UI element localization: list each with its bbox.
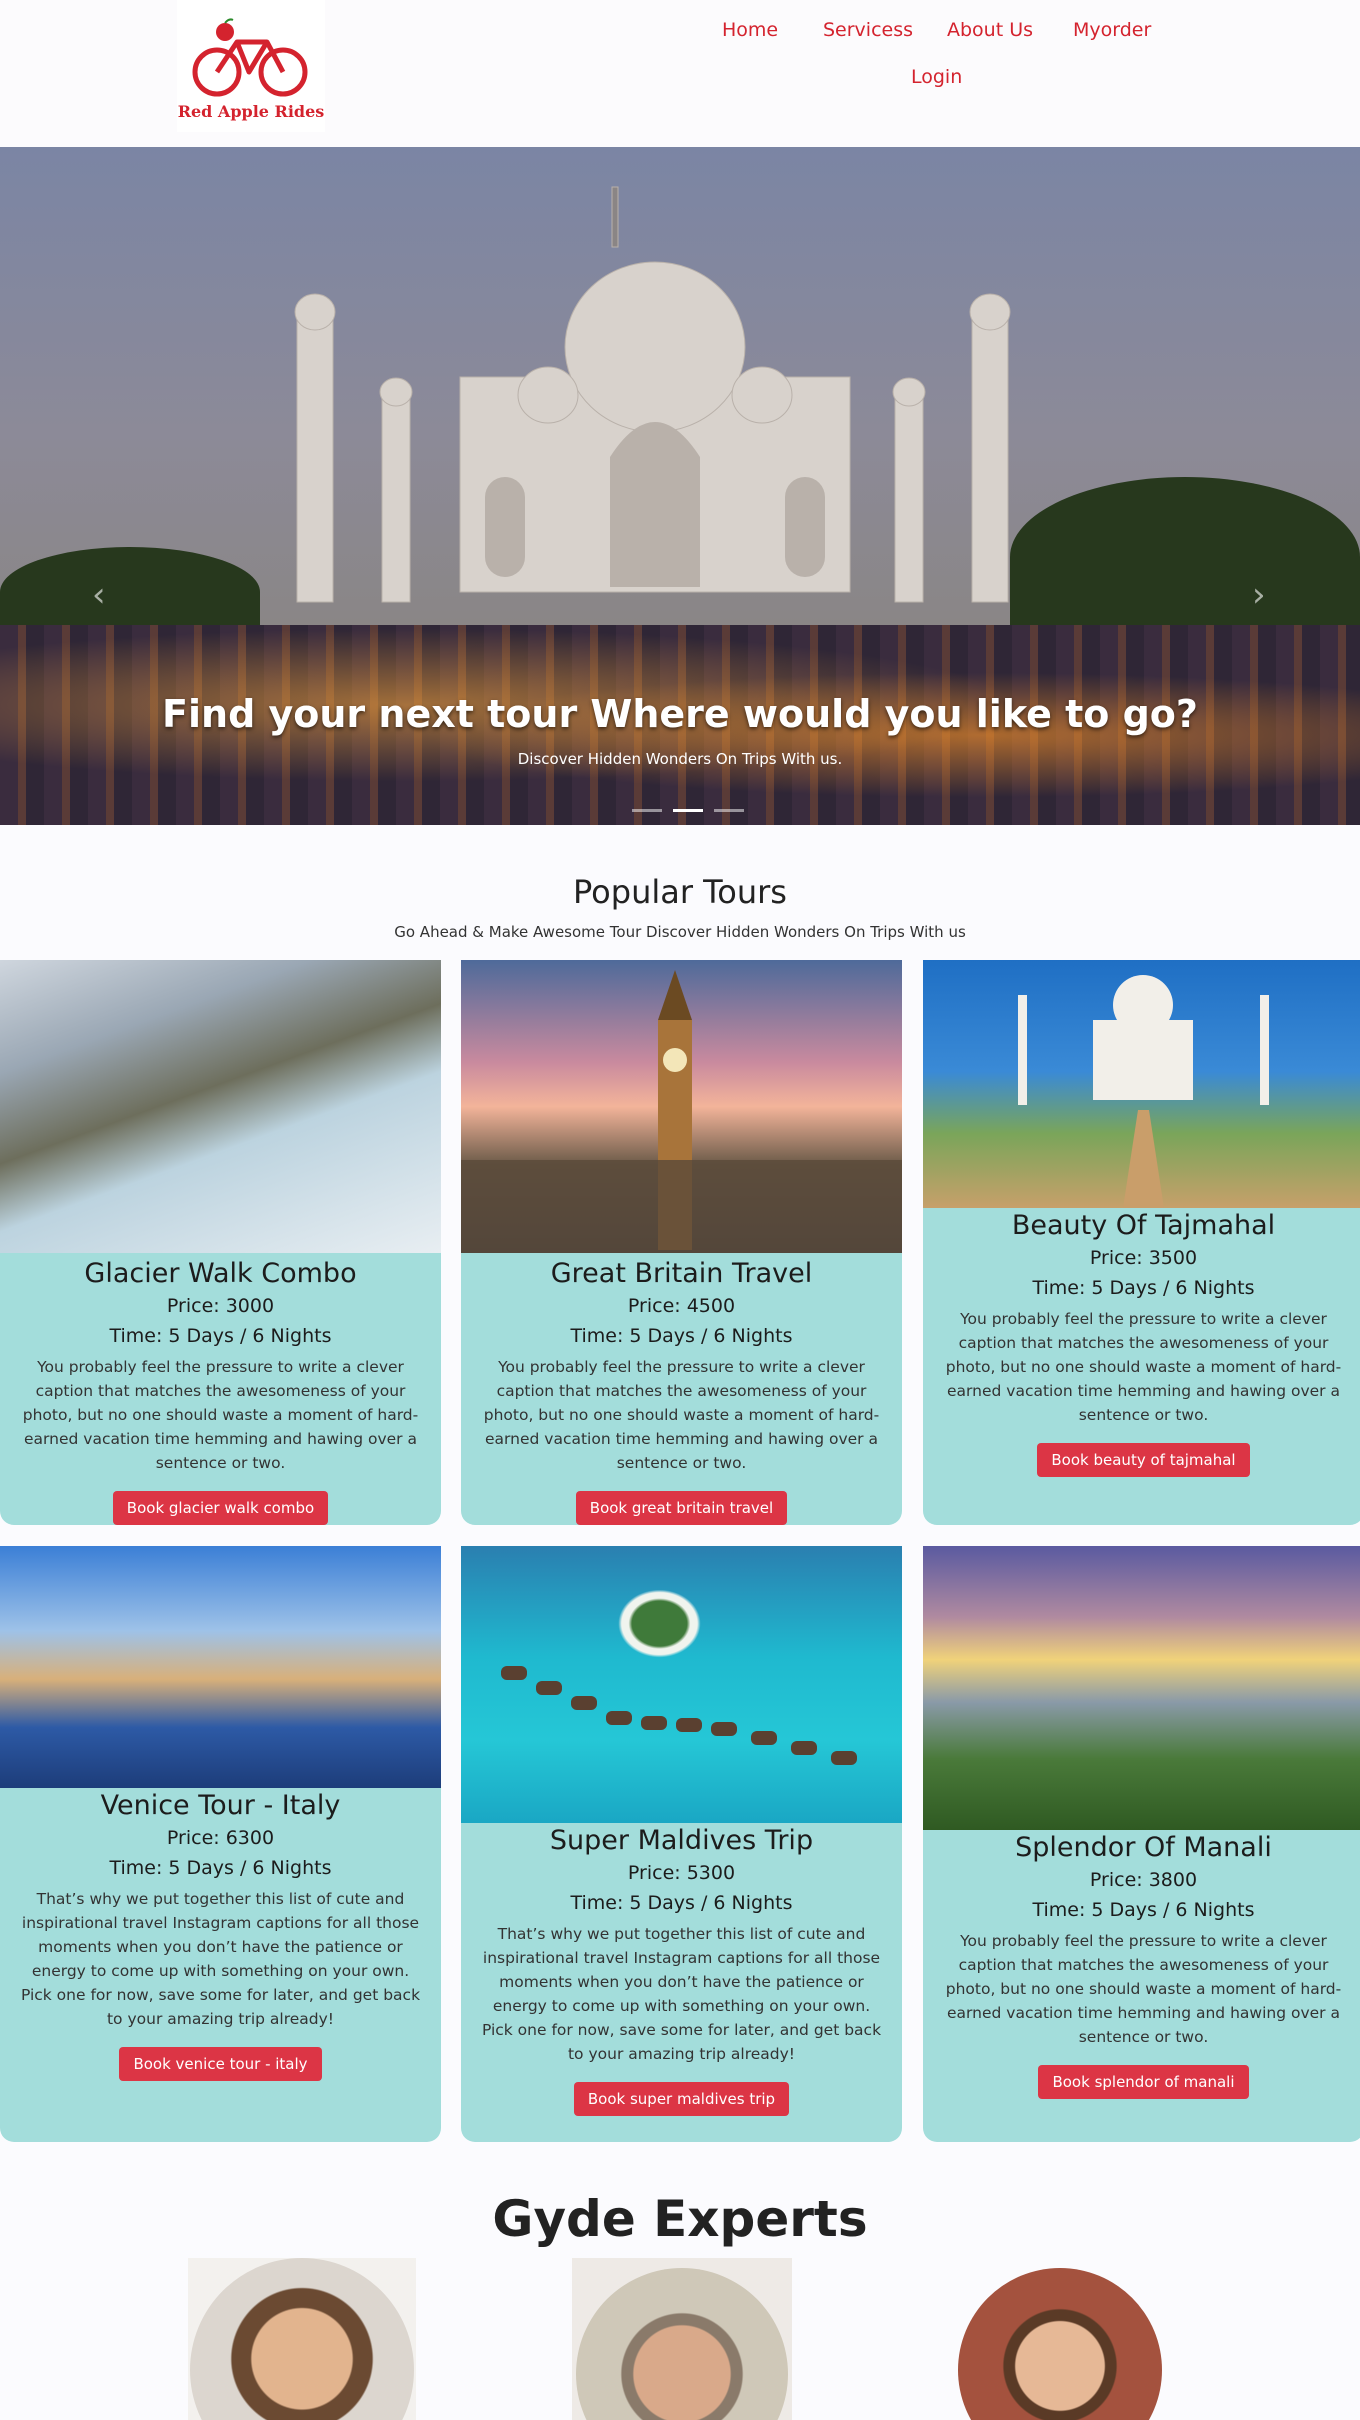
hero-subtitle: Discover Hidden Wonders On Trips With us… xyxy=(517,750,843,768)
book-button[interactable]: Book great britain travel xyxy=(575,1491,788,1525)
tour-name: Splendor Of Manali xyxy=(1015,1832,1272,1863)
bicycle-logo-icon xyxy=(192,18,308,97)
hero-carousel: ‹ › Find your next tour Where would you … xyxy=(0,147,1360,825)
tour-time: Time: 5 Days / 6 Nights xyxy=(1032,1899,1255,1921)
big-ben-illustration xyxy=(461,970,902,1253)
tour-card: Great Britain Travel Price: 4500 Time: 5… xyxy=(461,960,902,1525)
expert-avatar xyxy=(190,2258,414,2420)
logo[interactable]: Red Apple Rides xyxy=(177,0,325,132)
carousel-indicators xyxy=(629,797,747,816)
tour-time: Time: 5 Days / 6 Nights xyxy=(109,1325,332,1347)
tour-time: Time: 5 Days / 6 Nights xyxy=(109,1857,332,1879)
tour-name: Venice Tour - Italy xyxy=(100,1790,341,1821)
tour-description: You probably feel the pressure to write … xyxy=(945,1932,1342,2046)
tour-name: Beauty Of Tajmahal xyxy=(1011,1210,1276,1241)
nav-home[interactable]: Home xyxy=(722,19,778,41)
tour-description: You probably feel the pressure to write … xyxy=(483,1358,880,1472)
expert-photo xyxy=(952,2258,1168,2420)
tour-name: Glacier Walk Combo xyxy=(84,1258,357,1289)
trees-left xyxy=(0,547,260,637)
hero-title: Find your next tour Where would you like… xyxy=(162,692,1198,736)
tour-description: That’s why we put together this list of … xyxy=(20,1890,421,2028)
expert-photo xyxy=(572,2258,792,2420)
expert-avatar xyxy=(958,2268,1162,2420)
nav-myorder[interactable]: Myorder xyxy=(1073,19,1151,41)
tour-time: Time: 5 Days / 6 Nights xyxy=(1032,1277,1255,1299)
tour-price: Price: 4500 xyxy=(627,1295,736,1317)
nav-about[interactable]: About Us xyxy=(947,19,1033,41)
tour-card: Beauty Of Tajmahal Price: 3500 Time: 5 D… xyxy=(923,960,1360,1525)
book-button[interactable]: Book super maldives trip xyxy=(573,2082,790,2116)
chevron-right-icon[interactable]: › xyxy=(1252,575,1266,615)
trees-right xyxy=(1010,477,1360,637)
tour-card: Venice Tour - Italy Price: 6300 Time: 5 … xyxy=(0,1546,441,2142)
expert-avatar xyxy=(576,2268,788,2420)
tour-image-glacier xyxy=(0,960,441,1253)
experts-title: Gyde Experts xyxy=(492,2190,868,2248)
tour-time: Time: 5 Days / 6 Nights xyxy=(570,1892,793,1914)
tour-card: Splendor Of Manali Price: 3800 Time: 5 D… xyxy=(923,1546,1360,2142)
tour-price: Price: 6300 xyxy=(166,1827,275,1849)
book-button[interactable]: Book beauty of tajmahal xyxy=(1037,1443,1250,1477)
tour-image-venice xyxy=(0,1546,441,1788)
tour-price: Price: 3000 xyxy=(166,1295,275,1317)
carousel-indicator-2[interactable] xyxy=(673,809,704,812)
tour-price: Price: 3500 xyxy=(1089,1247,1198,1269)
tour-description: You probably feel the pressure to write … xyxy=(945,1310,1342,1424)
water-villas-illustration xyxy=(501,1666,857,1765)
tour-description: That’s why we put together this list of … xyxy=(481,1925,882,2063)
tour-image-tajmahal xyxy=(923,960,1360,1208)
tour-image-big-ben xyxy=(461,960,902,1253)
book-button[interactable]: Book splendor of manali xyxy=(1038,2065,1249,2099)
tour-time: Time: 5 Days / 6 Nights xyxy=(570,1325,793,1347)
tour-card: Glacier Walk Combo Price: 3000 Time: 5 D… xyxy=(0,960,441,1525)
tour-name: Great Britain Travel xyxy=(550,1258,813,1289)
book-button[interactable]: Book venice tour - italy xyxy=(119,2047,322,2081)
nav-login[interactable]: Login xyxy=(911,66,962,88)
tour-card: Super Maldives Trip Price: 5300 Time: 5 … xyxy=(461,1546,902,2142)
book-button[interactable]: Book glacier walk combo xyxy=(112,1491,329,1525)
tour-image-manali xyxy=(923,1546,1360,1830)
popular-tours-title: Popular Tours xyxy=(573,873,787,911)
expert-photo xyxy=(188,2258,416,2420)
logo-text: Red Apple Rides xyxy=(177,102,325,121)
nav-services[interactable]: Servicess xyxy=(823,19,913,41)
tour-price: Price: 5300 xyxy=(627,1862,736,1884)
tour-price: Price: 3800 xyxy=(1089,1869,1198,1891)
tajmahal-illustration xyxy=(1018,975,1269,1208)
tour-description: You probably feel the pressure to write … xyxy=(22,1358,419,1472)
tour-name: Super Maldives Trip xyxy=(549,1825,814,1856)
popular-tours-subtitle: Go Ahead & Make Awesome Tour Discover Hi… xyxy=(394,923,966,941)
chevron-left-icon[interactable]: ‹ xyxy=(92,575,106,615)
site-header: Red Apple Rides Home Servicess About Us … xyxy=(0,0,1360,147)
tour-image-maldives xyxy=(461,1546,902,1823)
carousel-indicator-1[interactable] xyxy=(632,809,662,812)
carousel-indicator-3[interactable] xyxy=(714,809,745,812)
